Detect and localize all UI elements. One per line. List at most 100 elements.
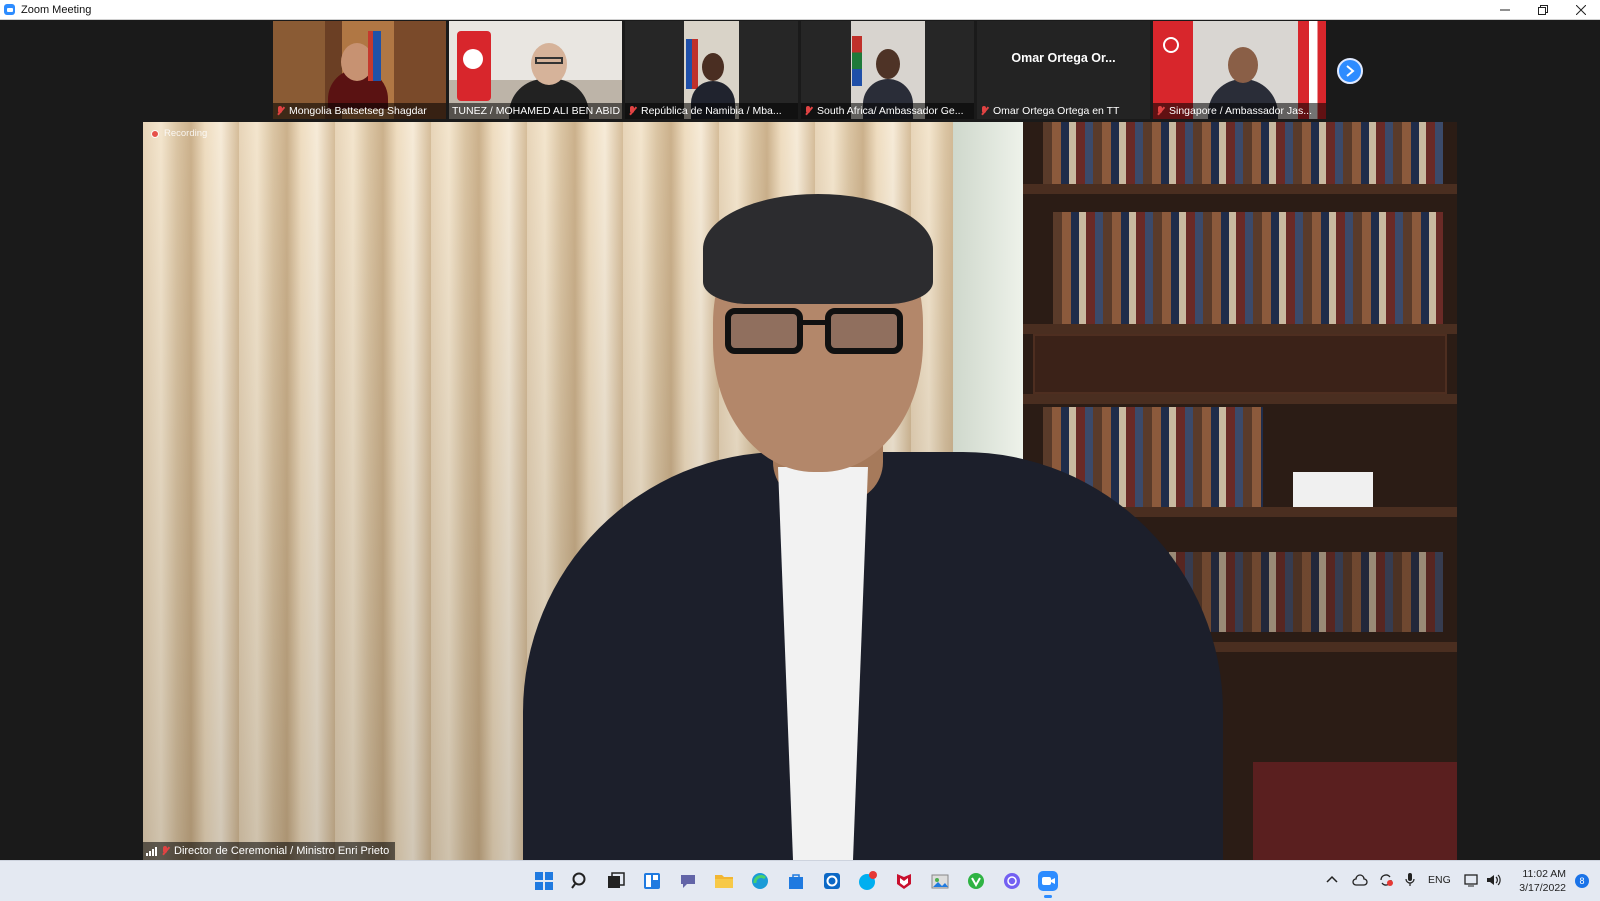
participant-display-name: Omar Ortega Or... xyxy=(1011,51,1116,65)
sync-icon xyxy=(1380,874,1393,886)
participant-name: República de Namibia / Mba... xyxy=(641,105,782,117)
participant-tile[interactable]: Mongolia Battsetseg Shagdar xyxy=(273,21,446,119)
mic-muted-icon xyxy=(276,106,284,116)
recording-label: Recording xyxy=(164,128,208,139)
clock-time: 11:02 AM xyxy=(1522,868,1566,880)
window-controls xyxy=(1486,0,1600,19)
participant-tile[interactable]: South Africa/ Ambassador Ge... xyxy=(801,21,974,119)
tray-sync-button[interactable] xyxy=(1378,873,1394,890)
edge-icon xyxy=(752,873,768,889)
store-button[interactable] xyxy=(785,870,807,892)
chevron-right-icon xyxy=(1346,65,1355,77)
participant-name: TUNEZ / MOHAMED ALI BEN ABID xyxy=(452,105,621,117)
file-explorer-button[interactable] xyxy=(713,870,735,892)
participant-tile[interactable]: Omar Ortega Or... Omar Ortega Ortega en … xyxy=(977,21,1150,119)
participant-caption: Omar Ortega Ortega en TT xyxy=(977,103,1150,119)
speaker-suit xyxy=(523,452,1223,860)
tray-microphone-button[interactable] xyxy=(1405,873,1415,890)
participant-caption: República de Namibia / Mba... xyxy=(625,103,798,119)
speaker-name: Director de Ceremonial / Ministro Enri P… xyxy=(174,845,390,857)
photos-button[interactable] xyxy=(929,870,951,892)
minimize-icon xyxy=(1500,9,1510,10)
microphone-icon xyxy=(1405,873,1415,886)
widgets-icon xyxy=(644,873,660,889)
close-button[interactable] xyxy=(1562,0,1600,19)
search-button[interactable] xyxy=(569,870,591,892)
mic-muted-icon xyxy=(1156,106,1164,116)
chevron-up-icon xyxy=(1326,875,1338,883)
chat-button[interactable] xyxy=(677,870,699,892)
shelf-board xyxy=(1023,394,1457,404)
app-icon xyxy=(824,873,840,889)
restore-button[interactable] xyxy=(1524,0,1562,19)
participant-tile[interactable]: TUNEZ / MOHAMED ALI BEN ABID xyxy=(449,21,622,119)
edge-button[interactable] xyxy=(749,870,771,892)
network-icon xyxy=(1464,874,1478,887)
vpn-icon xyxy=(968,873,984,889)
glasses-lens xyxy=(825,308,903,354)
notification-badge[interactable]: 8 xyxy=(1575,874,1589,888)
speaker-hair xyxy=(703,194,933,304)
restore-icon xyxy=(1538,4,1548,15)
zoom-button[interactable] xyxy=(1037,870,1059,898)
tray-cloud-button[interactable] xyxy=(1352,874,1368,889)
tray-volume-button[interactable] xyxy=(1486,873,1502,890)
white-box xyxy=(1293,472,1373,507)
gallery-next-button[interactable] xyxy=(1337,58,1363,84)
tray-network-button[interactable] xyxy=(1464,873,1480,890)
mic-muted-icon xyxy=(980,106,988,116)
recording-indicator[interactable]: Recording xyxy=(151,128,207,139)
task-view-icon xyxy=(608,872,625,888)
skype-button[interactable] xyxy=(857,870,879,892)
mic-muted-icon xyxy=(804,106,812,116)
skype-icon xyxy=(859,871,877,890)
taskbar-clock[interactable]: 11:02 AM 3/17/2022 xyxy=(1519,867,1566,895)
active-speaker-video[interactable]: Recording Director de Ceremonial / Minis… xyxy=(143,122,1457,860)
mcafee-button[interactable] xyxy=(893,870,915,892)
recording-dot-icon xyxy=(151,129,159,138)
photos-icon xyxy=(931,874,949,889)
books-row xyxy=(1043,122,1443,184)
participant-name: Mongolia Battsetseg Shagdar xyxy=(289,105,427,117)
chat-icon xyxy=(681,875,695,888)
participant-caption: South Africa/ Ambassador Ge... xyxy=(801,103,974,119)
glasses-bridge xyxy=(801,320,827,325)
desk xyxy=(1253,762,1457,860)
minimize-button[interactable] xyxy=(1486,0,1524,19)
show-hidden-icons-button[interactable] xyxy=(1326,874,1338,887)
widgets-button[interactable] xyxy=(641,870,663,892)
input-language[interactable]: ENG xyxy=(1428,874,1451,886)
viber-icon xyxy=(1004,873,1020,889)
store-icon xyxy=(789,874,803,889)
participant-caption: Mongolia Battsetseg Shagdar xyxy=(273,103,446,119)
app-button[interactable] xyxy=(821,870,843,892)
mcafee-icon xyxy=(897,874,911,889)
windows-start-button[interactable] xyxy=(533,870,555,892)
books-row xyxy=(1053,212,1443,324)
shelf-drawer xyxy=(1033,334,1447,394)
volume-icon xyxy=(1487,874,1501,886)
clock-date: 3/17/2022 xyxy=(1519,882,1566,894)
window-title-bar: Zoom Meeting xyxy=(0,0,1600,20)
participant-name: South Africa/ Ambassador Ge... xyxy=(817,105,964,117)
zoom-app-icon xyxy=(4,4,15,15)
shelf-board xyxy=(1023,184,1457,194)
close-icon xyxy=(1576,4,1586,15)
participant-tile[interactable]: República de Namibia / Mba... xyxy=(625,21,798,119)
task-view-button[interactable] xyxy=(605,870,627,892)
file-explorer-icon xyxy=(715,875,733,888)
participant-caption: Singapore / Ambassador Jas... xyxy=(1153,103,1326,119)
mic-muted-icon xyxy=(161,846,169,856)
participant-tile[interactable]: Singapore / Ambassador Jas... xyxy=(1153,21,1326,119)
zoom-icon xyxy=(1038,871,1058,891)
speaker-caption: Director de Ceremonial / Ministro Enri P… xyxy=(143,842,396,860)
window-title: Zoom Meeting xyxy=(21,3,92,16)
vpn-button[interactable] xyxy=(965,870,987,892)
participant-name: Singapore / Ambassador Jas... xyxy=(1169,105,1312,117)
shelf-board xyxy=(1023,324,1457,334)
participant-name: Omar Ortega Ortega en TT xyxy=(993,105,1120,117)
mic-muted-icon xyxy=(628,106,636,116)
windows-start-icon xyxy=(535,872,553,890)
participant-caption: TUNEZ / MOHAMED ALI BEN ABID xyxy=(449,103,622,119)
viber-button[interactable] xyxy=(1001,870,1023,892)
